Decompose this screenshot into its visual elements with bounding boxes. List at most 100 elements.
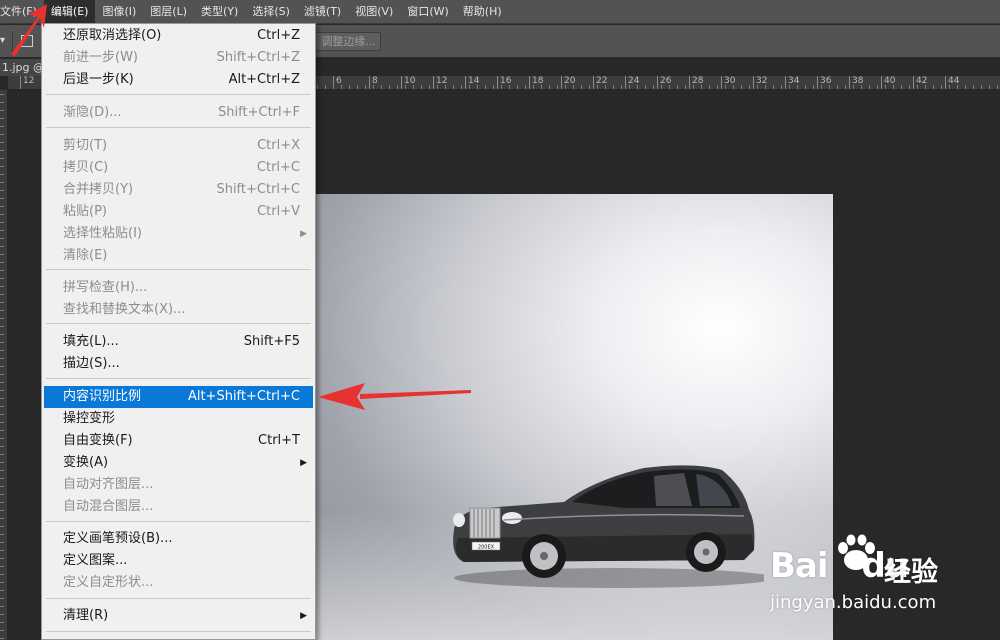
edit-menu-item-15[interactable]: 操控变形 (44, 408, 313, 430)
ruler-minor-tick (0, 166, 4, 167)
menu-item-label: 描边(S)... (63, 356, 120, 371)
edit-menu-item-0[interactable]: 还原取消选择(O) Ctrl+Z (44, 25, 313, 47)
dropdown-arrow-icon[interactable]: ▾ (0, 35, 5, 46)
edit-menu-item-18: 自动对齐图层... (44, 474, 313, 496)
ruler-minor-tick (749, 85, 750, 89)
ruler-tick (593, 76, 594, 89)
ruler-minor-tick (533, 85, 534, 89)
ruler-minor-tick (557, 85, 558, 89)
ruler-minor-tick (0, 390, 4, 391)
menu-item-shortcut: Shift+F5 (243, 334, 300, 349)
menu-item-label: 填充(L)... (63, 334, 119, 349)
ruler-tick (817, 76, 818, 89)
edit-menu-item-23[interactable]: 清理(R) ▶ (44, 605, 313, 627)
edit-menu-item-14[interactable]: 内容识别比例 Alt+Shift+Ctrl+C (44, 386, 313, 408)
edit-menu-item-22: 定义自定形状... (44, 572, 313, 594)
ruler-minor-tick (869, 85, 870, 89)
menu-item-9[interactable]: 帮助(H) (456, 0, 509, 24)
edit-menu-item-8: 选择性粘贴(I) ▶ (44, 223, 313, 245)
edit-menu-item-5: 拷贝(C) Ctrl+C (44, 157, 313, 179)
edit-menu-item-17[interactable]: 变换(A) ▶ (44, 452, 313, 474)
ruler-minor-tick (437, 85, 438, 89)
ruler-tick (913, 76, 914, 89)
menu-item-2[interactable]: 图像(I) (95, 0, 143, 24)
menu-item-7[interactable]: 视图(V) (348, 0, 400, 24)
image-canvas[interactable]: 200EX (316, 194, 833, 640)
ruler-minor-tick (317, 85, 318, 89)
ruler-minor-tick (0, 126, 4, 127)
ruler-minor-tick (0, 214, 4, 215)
ruler-minor-tick (725, 85, 726, 89)
edit-menu-item-13[interactable]: 描边(S)... (44, 353, 313, 375)
menu-item-label: 清除(E) (63, 248, 108, 263)
ruler-minor-tick (0, 382, 4, 383)
menu-item-8[interactable]: 窗口(W) (400, 0, 455, 24)
ruler-minor-tick (0, 574, 4, 575)
vertical-ruler (0, 90, 8, 640)
svg-text:200EX: 200EX (478, 545, 495, 551)
ruler-minor-tick (413, 85, 414, 89)
ruler-minor-tick (501, 85, 502, 89)
document-tab[interactable]: 1.jpg @ (0, 59, 44, 76)
ruler-minor-tick (341, 85, 342, 89)
ruler-minor-tick (0, 182, 4, 183)
ruler-minor-tick (933, 85, 934, 89)
ruler-minor-tick (0, 206, 4, 207)
rect-marquee-icon[interactable] (21, 35, 33, 47)
menu-item-label: 前进一步(W) (63, 50, 138, 65)
submenu-arrow-icon: ▶ (300, 229, 307, 239)
edit-menu-item-21[interactable]: 定义图案... (44, 550, 313, 572)
ruler-minor-tick (0, 302, 4, 303)
ruler-minor-tick (0, 518, 4, 519)
ruler-tick (529, 76, 530, 89)
ruler-minor-tick (565, 85, 566, 89)
menu-item-3[interactable]: 图层(L) (143, 0, 194, 24)
menu-item-label: 渐隐(D)... (63, 105, 122, 120)
ruler-minor-tick (0, 478, 4, 479)
ruler-minor-tick (733, 85, 734, 89)
ruler-minor-tick (597, 85, 598, 89)
ruler-minor-tick (0, 462, 4, 463)
menu-item-label: 定义自定形状... (63, 575, 154, 590)
ruler-minor-tick (845, 85, 846, 89)
edit-menu-item-16[interactable]: 自由变换(F) Ctrl+T (44, 430, 313, 452)
ruler-minor-tick (989, 85, 990, 89)
car-image: 200EX (453, 465, 764, 588)
ruler-minor-tick (853, 85, 854, 89)
ruler-minor-tick (0, 230, 4, 231)
watermark-text: 经验 (884, 557, 938, 588)
ruler-minor-tick (0, 534, 4, 535)
menu-separator (46, 323, 311, 324)
edit-menu-item-2[interactable]: 后退一步(K) Alt+Ctrl+Z (44, 69, 313, 91)
ruler-minor-tick (821, 85, 822, 89)
ruler-minor-tick (861, 85, 862, 89)
ruler-minor-tick (661, 85, 662, 89)
edit-menu-item-12[interactable]: 填充(L)... Shift+F5 (44, 331, 313, 353)
ruler-minor-tick (837, 85, 838, 89)
ruler-minor-tick (357, 85, 358, 89)
ruler-minor-tick (0, 246, 4, 247)
ruler-minor-tick (0, 414, 4, 415)
ruler-tick (881, 76, 882, 89)
edit-menu-item-20[interactable]: 定义画笔预设(B)... (44, 528, 313, 550)
ruler-minor-tick (701, 85, 702, 89)
ruler-minor-tick (781, 85, 782, 89)
menu-item-5[interactable]: 选择(S) (245, 0, 297, 24)
menu-item-0[interactable]: 文件(F) (0, 0, 44, 24)
menu-item-6[interactable]: 滤镜(T) (297, 0, 348, 24)
edit-menu-item-9: 清除(E) (44, 245, 313, 267)
ruler-minor-tick (909, 85, 910, 89)
edit-menu-item-6: 合并拷贝(Y) Shift+Ctrl+C (44, 179, 313, 201)
ruler-minor-tick (0, 422, 4, 423)
ruler-minor-tick (757, 85, 758, 89)
refine-edge-button[interactable]: 调整边缘... (306, 32, 381, 51)
menu-item-label: 查找和替换文本(X)... (63, 302, 186, 317)
ruler-tick (561, 76, 562, 89)
ruler-minor-tick (0, 486, 4, 487)
ruler-minor-tick (0, 342, 4, 343)
menu-item-label: 操控变形 (63, 411, 116, 426)
menu-item-shortcut: Shift+Ctrl+Z (216, 50, 300, 65)
ruler-minor-tick (0, 334, 4, 335)
menu-item-1[interactable]: 编辑(E) (43, 0, 96, 24)
menu-item-4[interactable]: 类型(Y) (194, 0, 245, 24)
